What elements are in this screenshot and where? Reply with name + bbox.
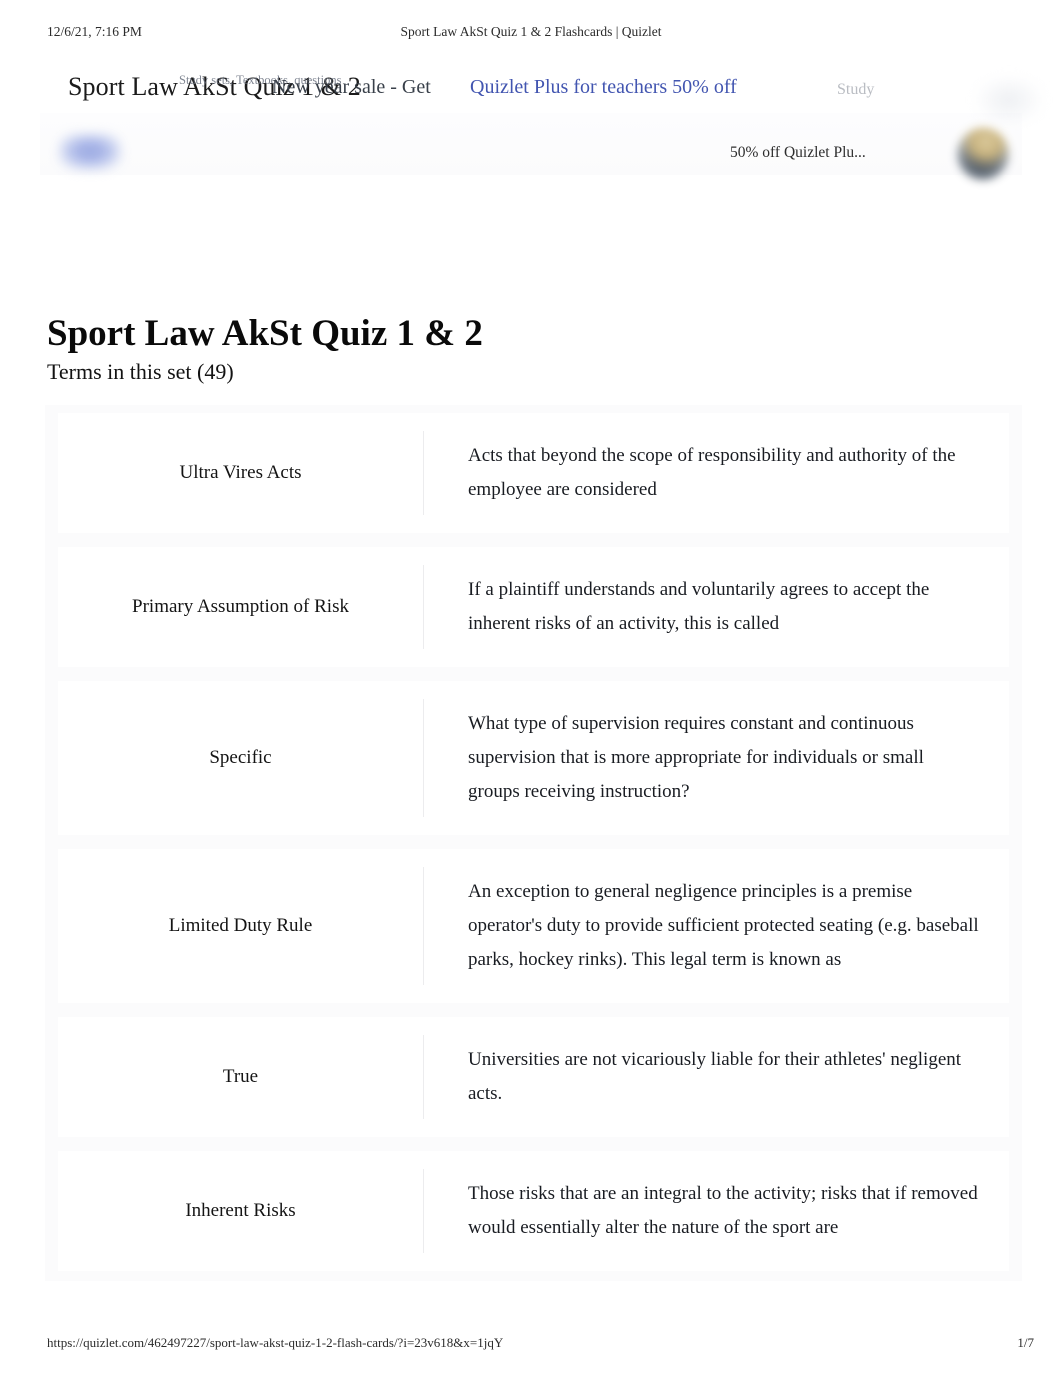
card-definition: An exception to general negligence princ… (468, 881, 979, 970)
card-term: Limited Duty Rule (168, 915, 313, 936)
card-definition: Acts that beyond the scope of responsibi… (468, 445, 956, 500)
print-header-document-title: Sport Law AkSt Quiz 1 & 2 Flashcards | Q… (400, 24, 662, 39)
card-definition: If a plaintiff understands and voluntari… (468, 579, 930, 634)
table-row[interactable]: Inherent Risks Those risks that are an i… (58, 1151, 1009, 1271)
table-row[interactable]: Specific What type of supervision requir… (58, 681, 1009, 835)
banner-note-text: 50% off Quizlet Plu... (730, 144, 866, 161)
card-definition: Those risks that are an integral to the … (468, 1183, 978, 1238)
print-footer: https://quizlet.com/462497227/sport-law-… (0, 1335, 1062, 1353)
card-definition: Universities are not vicariously liable … (468, 1049, 962, 1104)
promo-link[interactable]: Quizlet Plus for teachers 50% off (470, 74, 737, 100)
table-row[interactable]: Ultra Vires Acts Acts that beyond the sc… (58, 413, 1009, 533)
avatar[interactable] (957, 128, 1009, 180)
table-row[interactable]: True Universities are not vicariously li… (58, 1017, 1009, 1137)
card-definition: What type of supervision requires consta… (468, 713, 924, 802)
promo-banner-band (40, 113, 1022, 175)
promo-text: New year sale - Get (272, 76, 431, 98)
table-row[interactable]: Primary Assumption of Risk If a plaintif… (58, 547, 1009, 667)
site-header: Sport Law AkSt Quiz 1 & 2 Study sets, Te… (40, 58, 1048, 193)
card-term: Primary Assumption of Risk (132, 596, 349, 617)
nav-create-button[interactable] (970, 72, 1048, 128)
terms-count-heading: Terms in this set (49) (47, 359, 234, 384)
print-header: 12/6/21, 7:16 PM Sport Law AkSt Quiz 1 &… (0, 24, 1062, 42)
flashcard-list: Ultra Vires Acts Acts that beyond the sc… (45, 405, 1022, 1281)
card-term: Specific (209, 747, 272, 768)
card-term: True (222, 1066, 259, 1087)
print-footer-url: https://quizlet.com/462497227/sport-law-… (47, 1335, 504, 1350)
card-term: Inherent Risks (185, 1200, 296, 1221)
print-footer-page-number: 1/7 (1017, 1335, 1034, 1350)
quizlet-logo-icon[interactable] (59, 134, 121, 170)
page-title: Sport Law AkSt Quiz 1 & 2 (47, 312, 483, 354)
card-term: Ultra Vires Acts (179, 462, 302, 483)
table-row[interactable]: Limited Duty Rule An exception to genera… (58, 849, 1009, 1003)
nav-item-study[interactable]: Study (837, 80, 874, 100)
